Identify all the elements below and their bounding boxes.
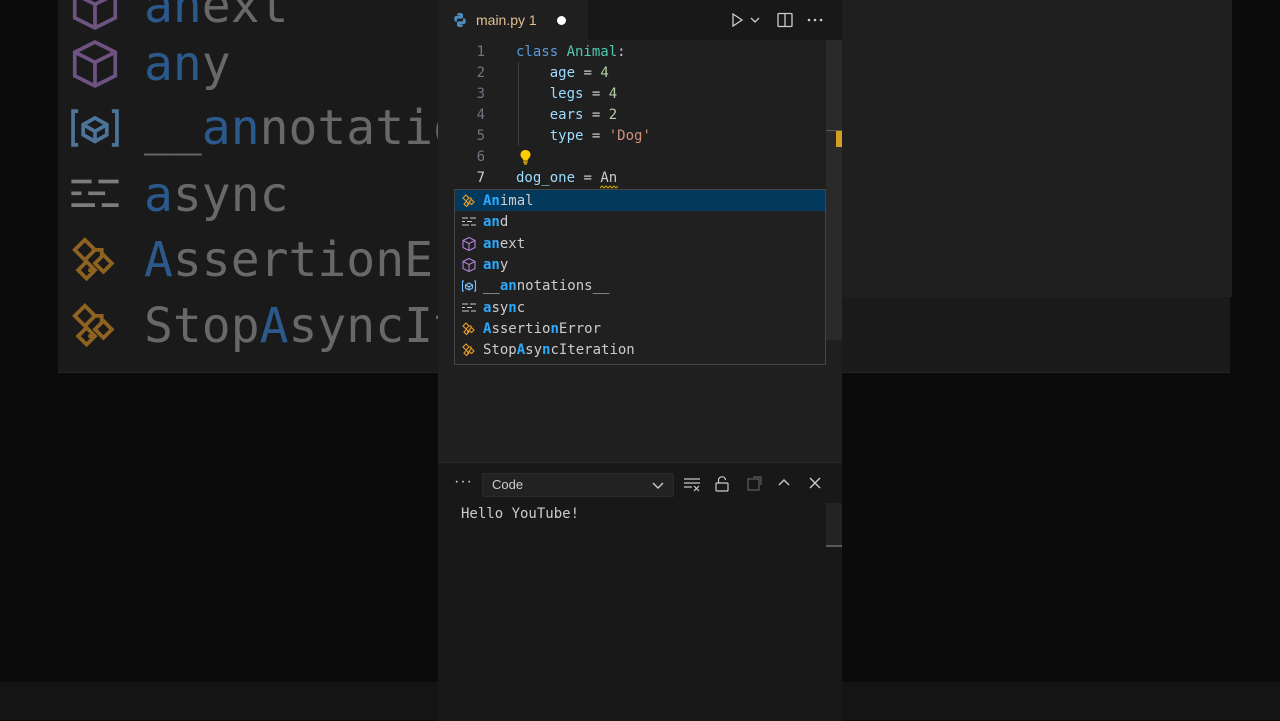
keyword-icon xyxy=(462,302,476,312)
line-number: 4 xyxy=(476,107,485,123)
panel-more-button[interactable]: ··· xyxy=(454,473,473,491)
background-suggestion-label: async xyxy=(144,167,289,223)
background-suggestion-row: anext xyxy=(68,0,289,34)
chevron-down-icon xyxy=(652,482,664,489)
panel-scrollbar[interactable] xyxy=(826,503,842,547)
suggestion-label: anext xyxy=(483,235,526,252)
output-channel-select[interactable]: Code xyxy=(482,473,674,497)
suggestion-item[interactable]: Animal xyxy=(455,190,825,211)
background-suggestion-label: StopAsyncIt xyxy=(144,298,462,354)
background-editor-panel xyxy=(842,0,1232,297)
background-suggestion-row: AssertionEr xyxy=(68,232,462,288)
code-line[interactable]: 6 xyxy=(438,147,826,168)
suggestion-item[interactable]: __annotations__ xyxy=(455,275,825,296)
background-suggestion-row: any xyxy=(68,36,231,92)
code-text: ears = 2 xyxy=(549,107,618,123)
keyword-icon xyxy=(462,217,476,226)
suggestion-label: any xyxy=(483,256,509,273)
suggestion-item[interactable]: any xyxy=(455,254,825,275)
tab-filename-text: main.py xyxy=(476,12,526,28)
code-text: type = 'Dog' xyxy=(549,128,651,144)
module-icon xyxy=(72,0,118,31)
scrollbar-warning-marker xyxy=(836,131,842,147)
suggestion-item[interactable]: AssertionError xyxy=(455,318,825,339)
run-dropdown-chevron-icon[interactable] xyxy=(749,11,761,29)
clear-output-icon[interactable] xyxy=(683,475,701,493)
editor-scrollbar[interactable] xyxy=(826,40,842,340)
code-line[interactable]: 5 type = 'Dog' xyxy=(438,126,826,147)
module-icon xyxy=(462,236,476,251)
python-file-icon xyxy=(454,13,466,27)
output-channel-value: Code xyxy=(492,477,524,492)
line-number: 3 xyxy=(476,86,485,102)
class-icon xyxy=(462,322,475,336)
suggestion-item[interactable]: anext xyxy=(455,233,825,254)
unsaved-dot-icon[interactable] xyxy=(557,16,566,25)
suggestion-item[interactable]: and xyxy=(455,211,825,232)
suggestion-item[interactable]: StopAsyncIteration xyxy=(455,339,825,360)
code-line[interactable]: 7 dog_one = An xyxy=(438,168,826,189)
code-editor: main.py 1 1 class Animal: 2 age = 43 legs … xyxy=(438,0,842,721)
tab-filename: main.py 1 xyxy=(476,12,537,28)
suggestion-label: __annotations__ xyxy=(483,278,610,295)
code-line[interactable]: 4 ears = 2 xyxy=(438,105,826,126)
output-panel: ··· Code Hello YouTube! xyxy=(438,462,842,721)
run-icon[interactable] xyxy=(728,11,746,29)
code-line[interactable]: 3 legs = 4 xyxy=(438,84,826,105)
class-icon xyxy=(462,194,475,208)
more-actions-icon[interactable] xyxy=(806,11,824,29)
background-suggestion-row: StopAsyncIt xyxy=(68,298,462,354)
class-icon xyxy=(72,237,115,282)
background-suggestion-label: AssertionEr xyxy=(144,232,462,288)
line-number: 6 xyxy=(476,149,485,165)
line-number: 1 xyxy=(476,44,485,60)
variable-icon xyxy=(71,109,119,147)
tab-problem-count: 1 xyxy=(528,12,537,28)
output-text: Hello YouTube! xyxy=(461,506,580,522)
suggestion-label: StopAsyncIteration xyxy=(483,342,635,359)
suggestion-label: and xyxy=(483,214,509,231)
module-icon xyxy=(462,257,476,273)
background-suggestion-label: any xyxy=(144,36,231,92)
class-icon xyxy=(72,303,115,348)
line-number: 5 xyxy=(476,128,485,144)
variable-icon xyxy=(461,280,477,292)
tab-main-py[interactable]: main.py 1 xyxy=(438,0,588,40)
code-text: age = 4 xyxy=(549,65,609,81)
background-suggestion-label: anext xyxy=(144,0,289,34)
tab-bar: main.py 1 xyxy=(438,0,842,40)
class-icon xyxy=(462,343,475,357)
background-suggestion-row: async xyxy=(68,167,289,223)
split-editor-icon[interactable] xyxy=(776,11,794,29)
suggestion-item[interactable]: async xyxy=(455,297,825,318)
code-text: class Animal: xyxy=(516,44,626,60)
keyword-icon xyxy=(71,179,119,207)
line-number: 2 xyxy=(476,65,485,81)
line-number: 7 xyxy=(476,170,485,186)
suggest-widget: Animal and anext any __annotations__async Ass… xyxy=(454,189,826,365)
suggestion-label: AssertionError xyxy=(483,320,602,337)
close-panel-icon[interactable] xyxy=(807,475,823,491)
code-line[interactable]: 2 age = 4 xyxy=(438,63,826,84)
module-icon xyxy=(72,39,118,89)
lock-scroll-icon[interactable] xyxy=(714,475,730,493)
code-line[interactable]: 1 class Animal: xyxy=(438,42,826,63)
background-suggestion-row: __annotatio xyxy=(68,100,462,156)
suggestion-label: Animal xyxy=(483,193,534,209)
lightbulb-icon[interactable] xyxy=(519,149,532,165)
open-in-editor-icon[interactable] xyxy=(745,475,763,493)
suggestion-label: async xyxy=(483,299,526,316)
maximize-panel-icon[interactable] xyxy=(776,475,792,491)
background-suggestion-label: __annotatio xyxy=(144,100,462,156)
code-text: legs = 4 xyxy=(549,86,618,102)
